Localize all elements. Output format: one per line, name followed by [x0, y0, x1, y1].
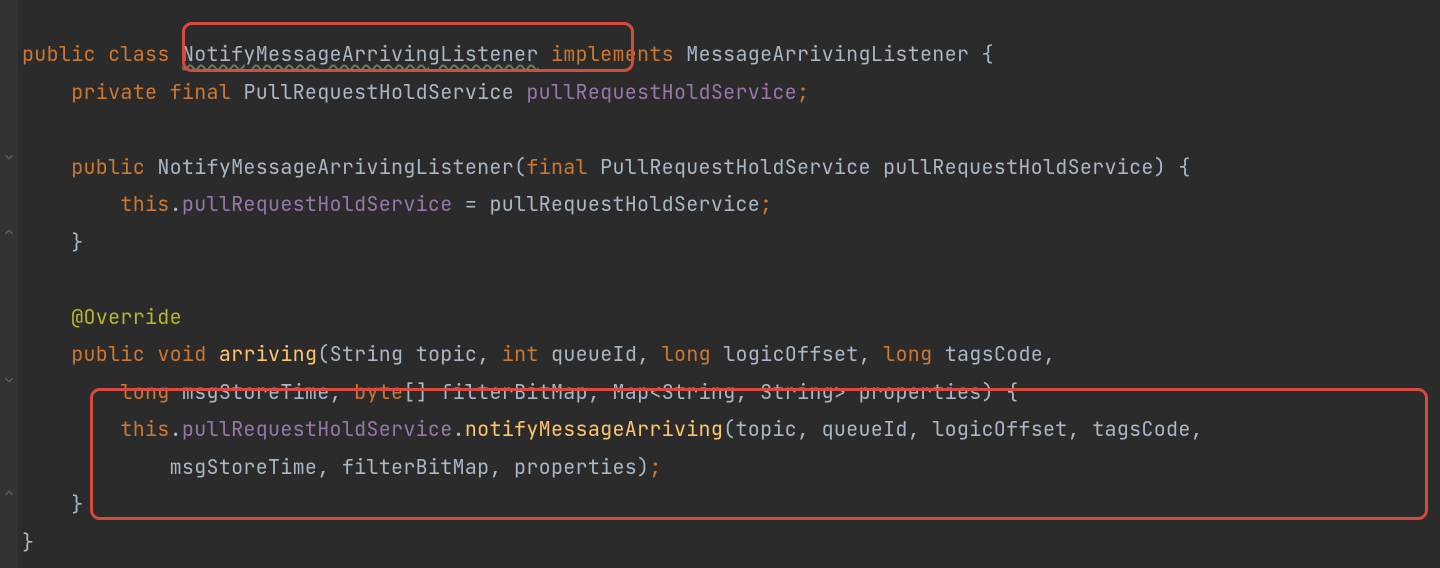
code-line[interactable]: }: [22, 486, 1440, 524]
field-ref: pullRequestHoldService: [182, 191, 453, 217]
gutter: [0, 0, 18, 568]
code-editor[interactable]: public class NotifyMessageArrivingListen…: [0, 0, 1440, 568]
field-ref: pullRequestHoldService: [182, 416, 453, 442]
interface-name: MessageArrivingListener: [686, 41, 969, 67]
code-line[interactable]: @Override: [22, 299, 1440, 337]
code-area[interactable]: public class NotifyMessageArrivingListen…: [22, 0, 1440, 561]
blank-line[interactable]: [22, 261, 1440, 299]
param-type: PullRequestHoldService: [600, 154, 871, 180]
code-line[interactable]: this.pullRequestHoldService.notifyMessag…: [22, 411, 1440, 449]
brace-close: }: [71, 491, 83, 517]
identifier: pullRequestHoldService: [489, 191, 760, 217]
code-line[interactable]: public void arriving(String topic, int q…: [22, 336, 1440, 374]
semicolon: ;: [797, 79, 809, 105]
blank-line[interactable]: [22, 111, 1440, 149]
field-name: pullRequestHoldService: [526, 79, 797, 105]
method-name: arriving: [219, 341, 317, 367]
annotation-override: @Override: [71, 304, 182, 330]
keyword-public: public: [71, 154, 145, 180]
code-line[interactable]: }: [22, 524, 1440, 562]
brace-close: }: [22, 529, 34, 555]
keyword-implements: implements: [551, 41, 674, 67]
method-call: notifyMessageArriving: [465, 416, 723, 442]
keyword-public: public: [71, 341, 145, 367]
keyword-this: this: [120, 191, 169, 217]
keyword-this: this: [120, 416, 169, 442]
keyword-final: final: [526, 154, 588, 180]
code-line[interactable]: }: [22, 224, 1440, 262]
keyword-public: public: [22, 41, 96, 67]
code-line[interactable]: this.pullRequestHoldService = pullReques…: [22, 186, 1440, 224]
keyword-class: class: [108, 41, 170, 67]
code-line[interactable]: public class NotifyMessageArrivingListen…: [22, 36, 1440, 74]
keyword-private: private: [71, 79, 157, 105]
code-line[interactable]: msgStoreTime, filterBitMap, properties);: [22, 449, 1440, 487]
keyword-void: void: [157, 341, 206, 367]
brace-open: {: [981, 41, 993, 67]
fold-icon[interactable]: [2, 373, 16, 387]
class-name: NotifyMessageArrivingListener: [182, 41, 539, 67]
fold-icon[interactable]: [2, 486, 16, 500]
fold-icon[interactable]: [2, 225, 16, 239]
param-name: pullRequestHoldService: [883, 154, 1154, 180]
code-line[interactable]: public NotifyMessageArrivingListener(fin…: [22, 149, 1440, 187]
brace-close: }: [71, 229, 83, 255]
keyword-final: final: [170, 79, 232, 105]
fold-icon[interactable]: [2, 150, 16, 164]
code-line[interactable]: long msgStoreTime, byte[] filterBitMap, …: [22, 374, 1440, 412]
type-name: PullRequestHoldService: [243, 79, 514, 105]
code-line[interactable]: private final PullRequestHoldService pul…: [22, 74, 1440, 112]
constructor-name: NotifyMessageArrivingListener: [157, 154, 514, 180]
